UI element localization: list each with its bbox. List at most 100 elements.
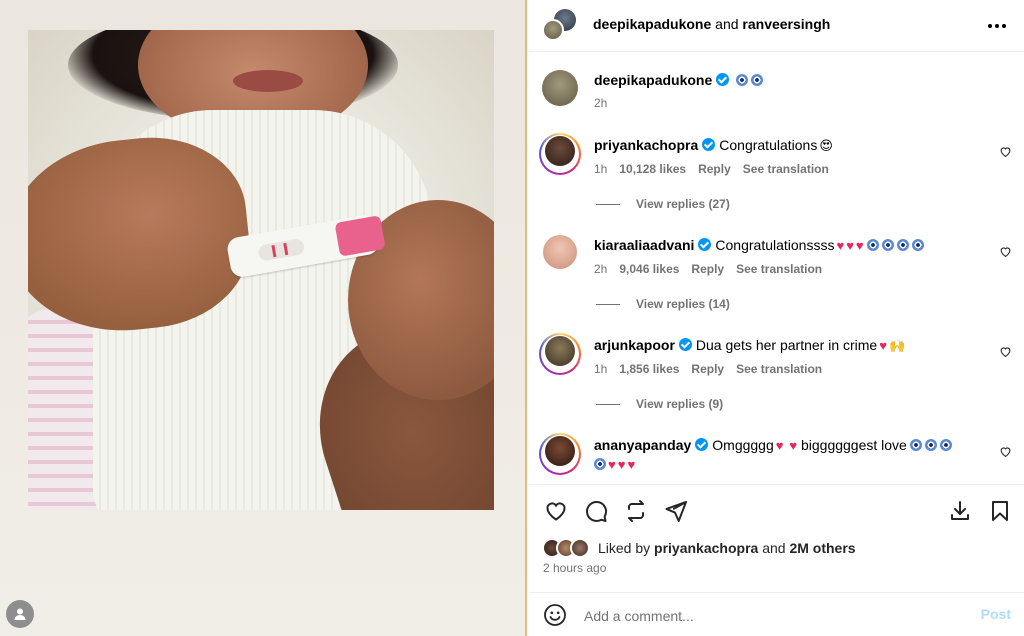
comment-time[interactable]: 1h [594,362,607,376]
comment-text: ananyapanday Omggggg ♥ ♥ biggggggest love ♥… [594,436,984,474]
more-icon[interactable] [986,16,1008,36]
post-panel: deepikapadukone and ranveersingh deepika… [529,0,1024,636]
smiley-icon[interactable] [543,603,567,627]
likes-summary: Liked by priyankachopra and 2M others [542,536,856,560]
replies-dash [596,303,620,305]
liked-by-user[interactable]: priyankachopra [654,540,758,556]
heart-icon[interactable] [999,445,1012,458]
view-replies-label: View replies (27) [636,197,730,211]
see-translation-button[interactable]: See translation [736,262,822,276]
comment-content: Omggggg [712,437,774,453]
see-translation-button[interactable]: See translation [736,362,822,376]
view-replies-button[interactable]: View replies (27) [596,197,730,211]
liker-avatars[interactable] [542,538,594,558]
heart-icon[interactable] [543,498,569,524]
liked-by-prefix: Liked by [598,540,651,556]
comment-username[interactable]: kiaraaliaadvani [594,237,694,253]
evil-eye-icon [909,439,922,451]
post-authors: deepikapadukone and ranveersingh [593,16,830,32]
view-replies-label: View replies (14) [636,297,730,311]
post-header: deepikapadukone and ranveersingh [529,0,1024,52]
author-link-2[interactable]: ranveersingh [742,16,830,32]
reply-button[interactable]: Reply [698,162,731,176]
author-avatars[interactable] [542,9,576,43]
comment-text: arjunkapoor Dua gets her partner in crime… [594,336,984,355]
red-heart-emoji: ♥ [627,457,636,472]
red-heart-emoji: ♥ [617,457,626,472]
caption-meta: 2h [594,96,607,110]
verified-icon [695,438,709,451]
comment-input[interactable] [584,605,944,627]
comments-list[interactable]: deepikapadukone 2h priyankachopra Congrat… [529,53,1024,483]
avatar [570,538,590,558]
verified-icon [678,338,692,351]
view-replies-button[interactable]: View replies (9) [596,397,723,411]
download-icon[interactable] [947,498,973,524]
share-icon[interactable] [623,498,649,524]
comment-username[interactable]: ananyapanday [594,437,691,453]
red-heart-emoji: ♥ [836,238,845,253]
action-bar [529,484,1024,534]
replies-dash [596,403,620,405]
post-photo[interactable] [28,30,494,510]
red-heart-emoji: ♥ [775,438,784,453]
evil-eye-icon [736,74,749,86]
comment-username[interactable]: priyankachopra [594,137,698,153]
evil-eye-icon [896,239,909,251]
evil-eye-icon [924,439,937,451]
evil-eye-icon [866,239,879,251]
replies-dash [596,203,620,205]
see-translation-button[interactable]: See translation [743,162,829,176]
avatar[interactable] [545,336,575,366]
comment-content-2: biggggggest love [800,437,907,453]
view-replies-button[interactable]: View replies (14) [596,297,730,311]
comment-likes[interactable]: 10,128 likes [619,162,686,176]
evil-eye-icon [939,439,952,451]
heart-icon[interactable] [999,245,1012,258]
comment-meta: 1h 10,128 likes Reply See translation [594,162,829,176]
panel-divider [525,0,527,636]
comment-text: kiaraaliaadvani Congratulationssss ♥ ♥ ♥ [594,236,984,255]
avatar[interactable] [545,136,575,166]
comment-box: Post [529,592,1024,636]
reply-button[interactable]: Reply [691,262,724,276]
avatar[interactable] [543,235,577,269]
avatar[interactable] [545,436,575,466]
post-button[interactable]: Post [981,606,1011,622]
media-panel [0,0,527,636]
comment-meta: 2h 9,046 likes Reply See translation [594,262,822,276]
evil-eye-icon [594,458,606,470]
heart-icon[interactable] [999,345,1012,358]
comment-time[interactable]: 2h [594,262,607,276]
evil-eye-icon [881,239,894,251]
red-heart-emoji: ♥ [855,238,864,253]
red-heart-emoji: ♥ [846,238,854,253]
photo-lips [233,70,303,92]
caption-time[interactable]: 2h [594,96,607,110]
comment-likes[interactable]: 9,046 likes [619,262,679,276]
red-heart-emoji: ♥ [789,438,798,453]
view-replies-label: View replies (9) [636,397,724,411]
red-heart-emoji: ♥ [879,338,887,353]
bookmark-icon[interactable] [987,498,1013,524]
author-link-1[interactable]: deepikapadukone [593,16,711,32]
send-icon[interactable] [663,498,689,524]
comment-likes[interactable]: 1,856 likes [619,362,679,376]
reply-button[interactable]: Reply [691,362,724,376]
caption-username[interactable]: deepikapadukone [594,72,712,88]
comment-icon[interactable] [583,498,609,524]
caption-text: deepikapadukone [594,71,984,89]
comment-text: priyankachopra Congratulations 😍 [594,136,984,155]
post-timestamp[interactable]: 2 hours ago [543,561,606,575]
authors-and: and [715,16,739,32]
heart-icon[interactable] [999,145,1012,158]
test-window [257,237,306,262]
heart-eyes-emoji: 😍 [819,138,833,153]
user-icon[interactable] [6,600,34,628]
comment-time[interactable]: 1h [594,162,607,176]
avatar[interactable] [542,70,578,106]
comment-username[interactable]: arjunkapoor [594,337,675,353]
verified-icon [702,138,716,151]
likes-count-button[interactable]: 2M others [789,540,855,556]
red-heart-emoji: ♥ [608,457,616,472]
